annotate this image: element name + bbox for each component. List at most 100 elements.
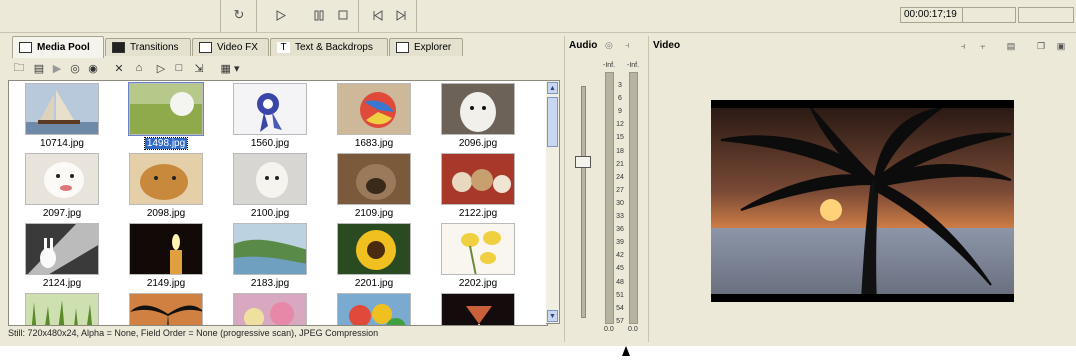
media-thumbnail[interactable] — [441, 223, 515, 275]
transport-separator — [416, 0, 417, 32]
play-icon — [276, 9, 286, 21]
save-snapshot-button[interactable]: ▣ — [1055, 41, 1067, 51]
media-thumbnail[interactable] — [129, 293, 203, 325]
tulips-image — [442, 224, 514, 274]
meter-inf-label: -Inf. — [603, 62, 616, 69]
rabbit-image — [26, 224, 98, 274]
media-thumbnail[interactable] — [337, 83, 411, 135]
preview-play-button[interactable]: ▷ — [154, 61, 168, 75]
capture-button[interactable]: ▤ — [32, 61, 46, 75]
transport-separator — [220, 0, 221, 32]
filename-text: 2097.jpg — [42, 208, 82, 219]
tab-video-fx[interactable]: Video FX — [192, 38, 269, 56]
preview-quality-button[interactable]: ▤ — [1005, 41, 1017, 51]
meter-scale-tick: 9 — [618, 108, 622, 116]
views-dropdown[interactable]: ▦ ▾ — [218, 61, 242, 75]
media-thumbnail[interactable] — [337, 153, 411, 205]
flowers-image — [234, 294, 306, 325]
tab-strip: Media Pool Transitions Video FX T Text &… — [8, 36, 560, 58]
video-preview-frame — [711, 100, 1014, 302]
tab-label: Explorer — [414, 42, 452, 53]
timecode-field[interactable] — [962, 7, 1016, 23]
filename-text: 2124.jpg — [42, 278, 82, 289]
get-media-button[interactable]: ▶ — [50, 61, 64, 75]
quality-icon: ▤ — [1006, 40, 1016, 51]
loop-button[interactable]: ↻ — [228, 4, 250, 26]
volume-slider-knob[interactable] — [575, 156, 591, 168]
copy-icon: ❐ — [1036, 40, 1046, 51]
media-thumbnail-grid[interactable]: 10714.jpg 1498.jpg 1560.jpg 1683.jpg 2096.jp… — [8, 80, 548, 326]
media-filename: 2097.jpg — [14, 208, 110, 220]
delete-icon: ✕ — [114, 62, 124, 75]
mute-icon[interactable]: ◎ — [605, 40, 613, 51]
media-thumbnail[interactable] — [25, 223, 99, 275]
media-filename: 2096.jpg — [430, 138, 526, 150]
scroll-up-arrow[interactable]: ▲ — [547, 82, 558, 94]
stop-button[interactable] — [332, 4, 354, 26]
filename-text: 2109.jpg — [354, 208, 394, 219]
play-button[interactable] — [270, 4, 292, 26]
preview-stop-button[interactable]: □ — [172, 61, 186, 75]
prev-frame-button[interactable] — [366, 4, 388, 26]
properties-button[interactable]: ⌂ — [132, 61, 146, 75]
scroll-thumb[interactable] — [547, 97, 558, 147]
tab-transitions[interactable]: Transitions — [105, 38, 191, 56]
timecode-display[interactable]: 00:00:17;19 — [900, 7, 963, 23]
import-media-button[interactable]: 🗀 — [12, 61, 26, 75]
media-thumbnail[interactable] — [128, 82, 204, 136]
meter-scale-tick: 54 — [616, 304, 624, 312]
poodle-image — [234, 154, 306, 204]
tab-explorer[interactable]: Explorer — [389, 38, 463, 56]
pointer-arrow-icon — [622, 346, 630, 356]
media-thumbnail[interactable] — [441, 153, 515, 205]
candle-image — [130, 224, 202, 274]
meter-scale-tick: 30 — [616, 199, 624, 207]
media-thumbnail[interactable] — [337, 223, 411, 275]
media-thumbnail[interactable] — [233, 153, 307, 205]
media-thumbnail[interactable] — [233, 83, 307, 135]
next-frame-button[interactable] — [390, 4, 412, 26]
media-status-text: Still: 720x480x24, Alpha = None, Field O… — [8, 328, 379, 338]
level-meter-right — [629, 72, 638, 324]
media-thumbnail[interactable] — [25, 83, 99, 135]
media-filename: 2201.jpg — [326, 278, 422, 290]
media-thumbnail[interactable] — [337, 293, 411, 325]
find-button[interactable]: ◉ — [86, 61, 100, 75]
media-thumbnail[interactable] — [25, 293, 99, 325]
transport-separator — [358, 0, 359, 32]
tab-text-backdrops[interactable]: T Text & Backdrops — [270, 38, 388, 56]
filename-text: 2098.jpg — [146, 208, 186, 219]
stop-icon — [338, 10, 348, 20]
timecode-field[interactable] — [1018, 7, 1074, 23]
meter-scale-tick: 12 — [616, 121, 624, 129]
media-thumbnail[interactable] — [441, 83, 515, 135]
scroll-down-arrow[interactable]: ▼ — [547, 310, 558, 322]
pause-button[interactable] — [308, 4, 330, 26]
palm-silhouette-image — [130, 294, 202, 325]
media-pool-pane: Media Pool Transitions Video FX T Text &… — [4, 36, 560, 342]
audio-dock-icon[interactable]: ⫞ — [625, 40, 630, 51]
media-thumbnail[interactable] — [25, 153, 99, 205]
media-thumbnail[interactable] — [129, 223, 203, 275]
meter-scale-tick: 18 — [616, 147, 624, 155]
media-filename: 2109.jpg — [326, 208, 422, 220]
search-button[interactable]: ◎ — [68, 61, 82, 75]
remove-button[interactable]: ✕ — [112, 61, 126, 75]
media-thumbnail[interactable] — [233, 293, 307, 325]
split-icon: ⫞ — [960, 40, 966, 51]
media-thumbnail[interactable] — [441, 293, 515, 325]
copy-snapshot-button[interactable]: ❐ — [1035, 41, 1047, 51]
filename-text: 1683.jpg — [354, 138, 394, 149]
media-thumbnail[interactable] — [129, 153, 203, 205]
tab-media-pool[interactable]: Media Pool — [12, 36, 104, 58]
filename-text: 1498.jpg — [143, 137, 189, 150]
media-filename: 2100.jpg — [222, 208, 318, 220]
auto-preview-button[interactable]: ⇲ — [192, 61, 206, 75]
chevron-down-icon: ▼ — [549, 312, 556, 320]
split-screen-button[interactable]: ⫞ — [957, 41, 969, 51]
media-thumbnail[interactable] — [233, 223, 307, 275]
volume-slider-track[interactable] — [581, 86, 586, 318]
media-filename: 2124.jpg — [14, 278, 110, 290]
grid-scrollbar[interactable]: ▲ ▼ — [546, 80, 560, 324]
external-monitor-button[interactable]: ⫟ — [977, 41, 989, 51]
